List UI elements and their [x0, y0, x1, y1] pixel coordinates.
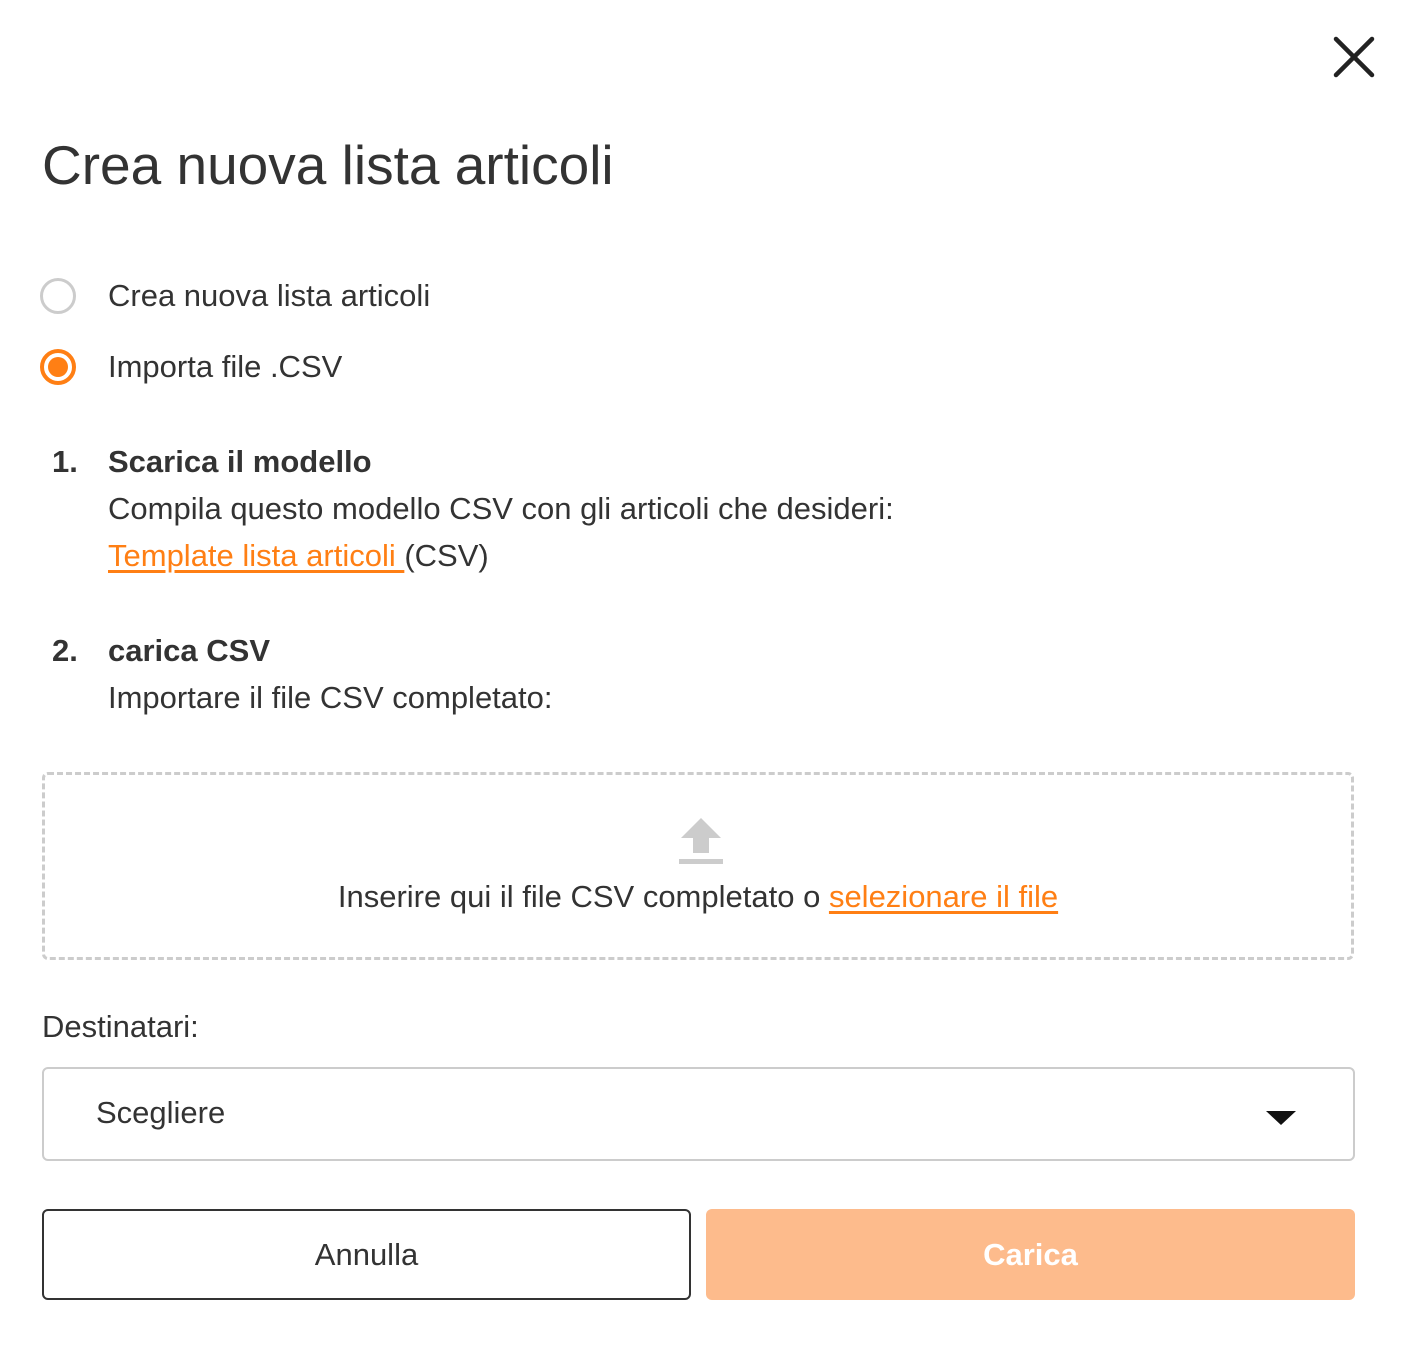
recipients-select[interactable]: Scegliere — [42, 1067, 1355, 1161]
select-file-link[interactable]: selezionare il file — [829, 879, 1058, 914]
dropzone-text: Inserire qui il file CSV completato o se… — [45, 879, 1351, 915]
step-title: carica CSV — [108, 633, 270, 668]
radio-button-checked[interactable] — [40, 349, 76, 385]
close-icon — [1333, 36, 1375, 78]
file-dropzone[interactable]: Inserire qui il file CSV completato o se… — [42, 772, 1354, 960]
cancel-button[interactable]: Annulla — [42, 1209, 691, 1300]
step-number: 1. — [52, 444, 78, 479]
recipients-select-value: Scegliere — [96, 1095, 226, 1130]
template-download-link[interactable]: Template lista articoli — [108, 538, 404, 573]
step-description: Importare il file CSV completato: — [108, 680, 553, 715]
radio-dot — [48, 357, 68, 377]
recipients-label: Destinatari: — [42, 1009, 199, 1044]
dropzone-instruction: Inserire qui il file CSV completato o — [337, 879, 829, 914]
step-body: carica CSV Importare il file CSV complet… — [108, 627, 553, 721]
template-link-suffix: (CSV) — [404, 538, 489, 573]
radio-option-create-list[interactable]: Crea nuova lista articoli — [40, 274, 430, 318]
radio-button-unchecked[interactable] — [40, 278, 76, 314]
upload-button[interactable]: Carica — [706, 1209, 1355, 1300]
step-number: 2. — [52, 633, 78, 668]
radio-option-import-csv[interactable]: Importa file .CSV — [40, 345, 342, 389]
template-link-row: Template lista articoli (CSV) — [108, 532, 894, 579]
caret-down-icon — [1266, 1111, 1296, 1125]
step-body: Scarica il modello Compila questo modell… — [108, 438, 894, 579]
step-description: Compila questo modello CSV con gli artic… — [108, 491, 894, 526]
close-button[interactable] — [1330, 33, 1378, 81]
radio-label-import-csv: Importa file .CSV — [108, 349, 343, 384]
dialog-title: Crea nuova lista articoli — [42, 134, 614, 196]
radio-label-create-list: Crea nuova lista articoli — [108, 278, 431, 313]
upload-icon — [679, 818, 723, 864]
step-title: Scarica il modello — [108, 444, 372, 479]
